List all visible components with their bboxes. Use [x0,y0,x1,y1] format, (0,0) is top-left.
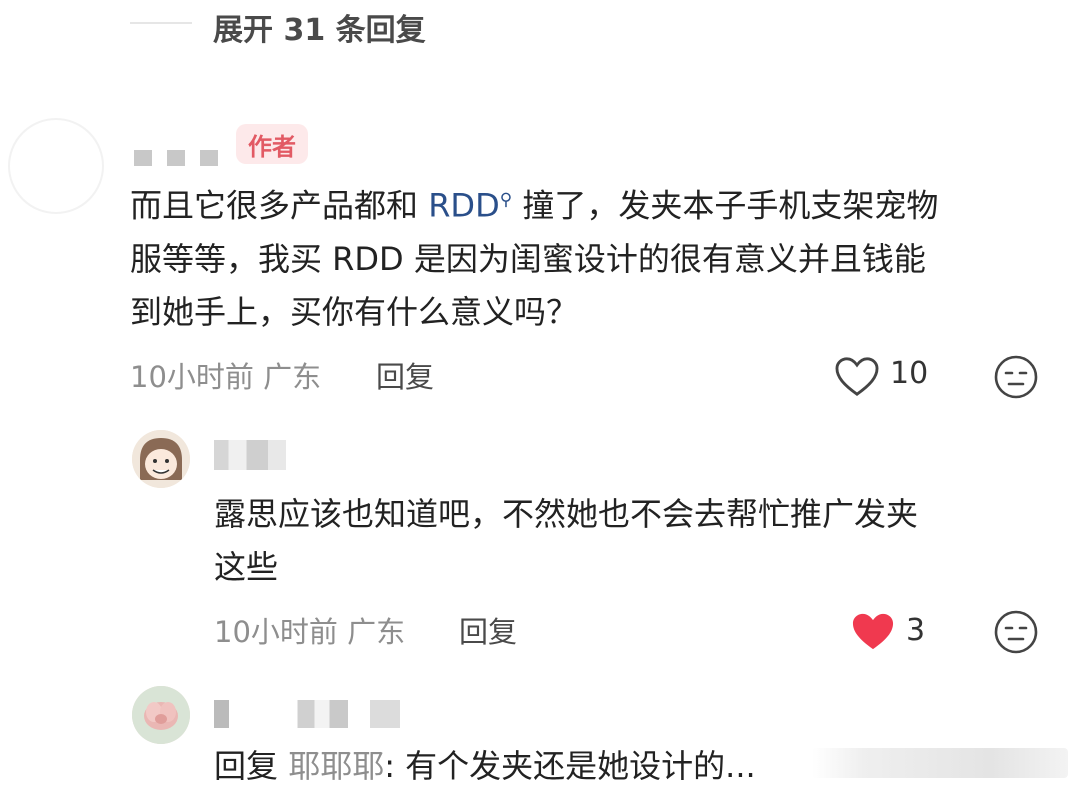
mention-link[interactable]: RDD [428,187,500,225]
like-count: 3 [906,613,926,648]
cartoon-avatar-icon [132,430,190,488]
heart-outline-icon [835,357,879,396]
like-count: 10 [890,356,929,391]
neutral-face-icon [994,355,1038,399]
flower-avatar-icon [132,686,190,744]
comment-text-line: 到她手上，买你有什么意义吗？ [130,292,579,331]
comment-text-segment: 撞了，发夹本子手机支架宠物 [512,186,939,225]
avatar[interactable] [8,118,104,214]
expand-divider [130,22,192,24]
reply-to-username[interactable]: 耶耶耶 [288,747,384,785]
weibo-watermark [812,748,1068,778]
comment-meta: 10小时前 广东 [130,354,321,396]
location: 广东 [263,360,322,394]
author-badge: 作者 [236,124,308,164]
like-button[interactable]: 3 [850,609,930,655]
comment-text-line: 服等等，我买 RDD 是因为闺蜜设计的很有意义并且钱能 [130,239,926,278]
dislike-button[interactable] [993,354,1039,404]
reply-prefix: 回复 [214,747,289,785]
avatar[interactable] [132,686,190,744]
expand-replies-button[interactable]: 展开 31 条回复 [213,5,426,49]
username-redacted[interactable] [214,440,286,470]
avatar[interactable] [132,430,190,488]
reply-meta: 10小时前 广东 [214,609,405,651]
heart-filled-icon [852,613,894,650]
username-redacted[interactable] [134,150,218,166]
timestamp: 10小时前 [214,615,338,649]
reply-text: 露思应该也知道吧，不然她也不会去帮忙推广发夹 这些 [214,488,1044,594]
username-redacted[interactable] [214,700,400,728]
comment-text-segment: 而且它很多产品都和 [130,186,429,225]
reply-text-segment: : 有个发夹还是她设计的... [384,747,756,785]
reply-button[interactable]: 回复 [459,609,517,651]
timestamp: 10小时前 [130,360,254,394]
reply-text-line: 这些 [214,548,279,586]
like-button[interactable]: 10 [834,354,934,400]
neutral-face-icon [994,610,1038,654]
location: 广东 [347,615,406,649]
reply-text-line: 露思应该也知道吧，不然她也不会去帮忙推广发夹 [214,495,919,533]
comment-text: 而且它很多产品都和 RDD⚲ 撞了，发夹本子手机支架宠物 服等等，我买 RDD … [130,174,1050,339]
dislike-button[interactable] [993,609,1039,659]
search-icon[interactable]: ⚲ [500,190,512,210]
reply-button[interactable]: 回复 [376,354,434,396]
